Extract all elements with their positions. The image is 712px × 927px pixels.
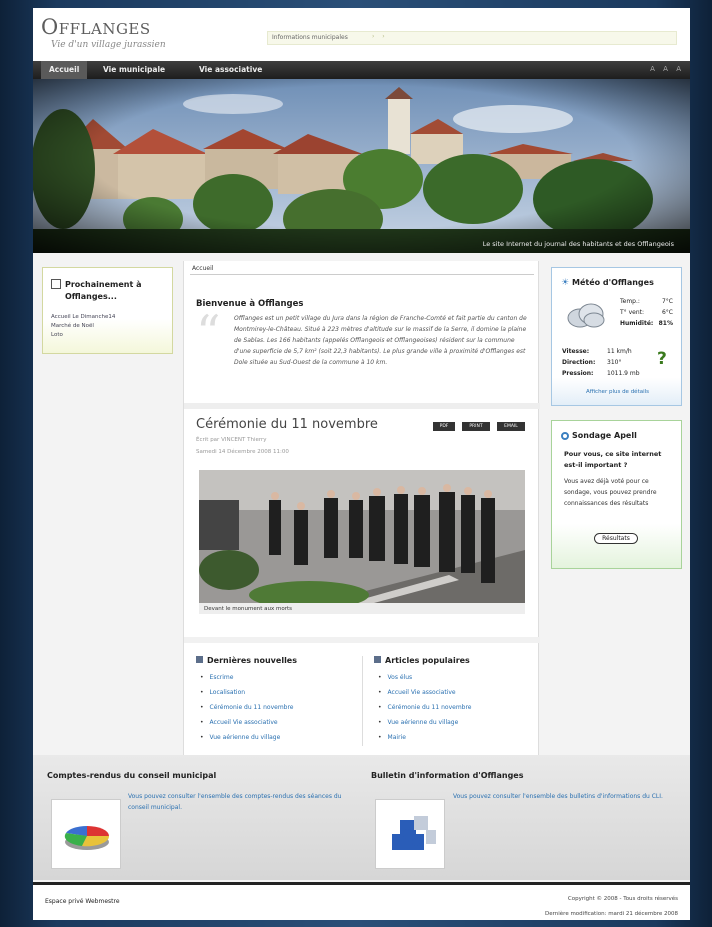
weather-label: Temp.: bbox=[620, 298, 640, 305]
pie-chart-icon[interactable] bbox=[51, 799, 121, 869]
info-bar[interactable]: Informations municipales › › bbox=[267, 31, 677, 45]
breadcrumb[interactable]: Accueil bbox=[192, 265, 213, 272]
pdf-button[interactable]: PDF bbox=[433, 422, 455, 431]
divider bbox=[184, 637, 540, 643]
weather-title: Météo d'Offlanges bbox=[572, 278, 654, 287]
chevron-icon: › › bbox=[372, 33, 388, 40]
nav-item-vie-municipale[interactable]: Vie municipale bbox=[95, 61, 173, 79]
divider bbox=[184, 403, 540, 409]
poll-question: Pour vous, ce site internet est-il impor… bbox=[564, 450, 662, 469]
weather-label: Pression: bbox=[562, 370, 594, 377]
popular-article-item[interactable]: Cérémonie du 11 novembre bbox=[378, 704, 472, 711]
main-nav: Accueil Vie municipale Vie associative A… bbox=[33, 61, 690, 79]
poll-title: Sondage Apell bbox=[572, 431, 637, 440]
font-size-icon[interactable]: A A A bbox=[650, 65, 684, 73]
banner-caption: Le site Internet du journal des habitant… bbox=[482, 240, 674, 248]
poll-text: Vous avez déjà voté pour ce sondage, vou… bbox=[564, 478, 657, 507]
weather-label: Direction: bbox=[562, 359, 596, 366]
question-icon: ? bbox=[657, 349, 667, 369]
popular-article-item[interactable]: Vos élus bbox=[378, 674, 413, 681]
village-photo bbox=[33, 79, 690, 253]
weather-details-link[interactable]: Afficher plus de détails bbox=[552, 389, 683, 395]
divider bbox=[362, 656, 363, 746]
copyright: Copyright © 2008 - Tous droits réservés bbox=[567, 896, 678, 902]
poll-results-button[interactable]: Résultats bbox=[594, 533, 638, 544]
last-modified: Dernière modification: mardi 21 décembre… bbox=[545, 911, 678, 917]
bottom-band: Comptes-rendus du conseil municipal Vous… bbox=[33, 755, 690, 880]
popular-articles-title: Articles populaires bbox=[374, 656, 470, 665]
latest-news-title: Dernières nouvelles bbox=[196, 656, 297, 665]
weather-value: 1011.9 mb bbox=[607, 370, 640, 377]
weather-value: 6°C bbox=[661, 309, 673, 316]
popular-article-item[interactable]: Vue aérienne du village bbox=[378, 719, 459, 726]
weather-value: 310° bbox=[607, 359, 622, 366]
latest-news-item[interactable]: Vue aérienne du village bbox=[200, 734, 281, 741]
sun-icon: ☀ bbox=[561, 278, 570, 288]
print-button[interactable]: PRINT bbox=[462, 422, 490, 431]
puzzle-icon[interactable] bbox=[375, 799, 445, 869]
footer: Espace privé Webmestre Copyright © 2008 … bbox=[33, 882, 690, 920]
poll-icon bbox=[561, 432, 569, 440]
article-title[interactable]: Cérémonie du 11 novembre bbox=[196, 417, 378, 432]
nav-item-accueil[interactable]: Accueil bbox=[41, 61, 88, 79]
latest-news-item[interactable]: Accueil Vie associative bbox=[200, 719, 278, 726]
weather-module: ☀ Météo d'Offlanges Temp.: 7°C T° vent: … bbox=[551, 267, 682, 406]
page: Offlanges Vie d'un village jurassien Inf… bbox=[33, 8, 690, 920]
weather-label: Vitesse: bbox=[562, 348, 590, 355]
article-author: Écrit par VINCENT Thierry bbox=[196, 437, 267, 443]
council-text[interactable]: Vous pouvez consulter l'ensemble des com… bbox=[128, 791, 350, 813]
poll-module: Sondage Apell Pour vous, ce site interne… bbox=[551, 420, 682, 569]
nav-item-vie-associative[interactable]: Vie associative bbox=[191, 61, 270, 79]
article-date: Samedi 14 Décembre 2008 11:00 bbox=[196, 449, 289, 455]
welcome-text: Offlanges est un petit village du Jura d… bbox=[234, 315, 527, 366]
site-logo[interactable]: Offlanges bbox=[41, 15, 151, 39]
calendar-icon bbox=[51, 279, 61, 289]
ceremony-photo bbox=[199, 470, 525, 603]
council-title[interactable]: Comptes-rendus du conseil municipal bbox=[47, 771, 216, 780]
agenda-link[interactable]: Accueil Le Dimanche14 bbox=[51, 314, 115, 320]
photo-caption: Devant le monument aux morts bbox=[204, 606, 292, 612]
weather-label: T° vent: bbox=[620, 309, 644, 316]
divider bbox=[190, 274, 534, 275]
email-button[interactable]: EMAIL bbox=[497, 422, 525, 431]
list-icon bbox=[374, 656, 381, 663]
bulletin-title[interactable]: Bulletin d'information d'Offlanges bbox=[371, 771, 523, 780]
weather-value: 7°C bbox=[661, 298, 673, 305]
banner-image: Le site Internet du journal des habitant… bbox=[33, 79, 690, 253]
quote-icon: “ bbox=[196, 305, 221, 361]
weather-value: 11 km/h bbox=[607, 348, 632, 355]
bulletin-text[interactable]: Vous pouvez consulter l'ensemble des bul… bbox=[453, 791, 675, 802]
agenda-module: Prochainement à Offlanges... Accueil Le … bbox=[42, 267, 173, 354]
cloud-icon bbox=[567, 303, 605, 328]
agenda-title: Prochainement à Offlanges... bbox=[65, 280, 142, 301]
latest-news-item[interactable]: Localisation bbox=[200, 689, 246, 696]
popular-article-item[interactable]: Accueil Vie associative bbox=[378, 689, 456, 696]
popular-article-item[interactable]: Mairie bbox=[378, 734, 406, 741]
latest-news-item[interactable]: Escrime bbox=[200, 674, 234, 681]
list-icon bbox=[196, 656, 203, 663]
latest-news-item[interactable]: Cérémonie du 11 novembre bbox=[200, 704, 294, 711]
agenda-link[interactable]: Loto bbox=[51, 332, 63, 338]
main-content: Accueil Bienvenue à Offlanges “ Offlange… bbox=[183, 261, 540, 755]
agenda-link[interactable]: Marché de Noël bbox=[51, 323, 94, 329]
header: Offlanges Vie d'un village jurassien Inf… bbox=[33, 8, 690, 61]
site-tagline: Vie d'un village jurassien bbox=[51, 40, 166, 50]
footer-links[interactable]: Espace privé Webmestre bbox=[45, 898, 120, 905]
weather-value: 81% bbox=[658, 320, 673, 327]
weather-label: Humidité: bbox=[620, 320, 654, 327]
info-bar-label: Informations municipales bbox=[272, 34, 348, 41]
